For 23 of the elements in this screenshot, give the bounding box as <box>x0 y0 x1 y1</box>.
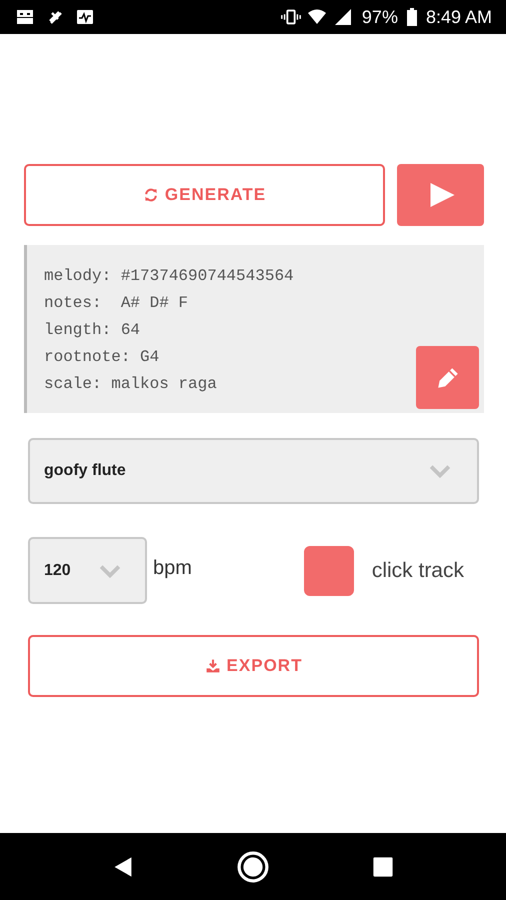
refresh-icon <box>142 187 159 203</box>
recents-icon <box>371 854 395 878</box>
instrument-dropdown[interactable]: goofy flute <box>28 438 479 504</box>
click-track-checkbox[interactable] <box>304 546 354 596</box>
chevron-down-icon <box>99 564 121 578</box>
home-icon <box>237 850 269 882</box>
chevron-down-icon <box>429 464 451 478</box>
melody-info-line: melody: #17374690744543564 <box>44 266 294 287</box>
melody-info-line: length: 64 <box>44 320 142 341</box>
tempo-dropdown[interactable]: 120 <box>28 537 147 604</box>
edit-button[interactable] <box>416 346 479 409</box>
battery-percent: 97% <box>362 6 398 28</box>
bpm-label: bpm <box>153 557 192 580</box>
battery-icon <box>406 7 418 27</box>
play-button[interactable] <box>397 164 484 226</box>
activity-icon <box>74 7 96 27</box>
download-icon <box>204 658 221 674</box>
clock: 8:49 AM <box>426 6 492 28</box>
vibrate-icon <box>280 7 302 27</box>
click-track-label: click track <box>372 558 464 582</box>
melody-info-line: notes: A# D# F <box>44 293 190 314</box>
melody-info-line: rootnote: G4 <box>44 347 160 368</box>
melody-info-line: scale: malkos raga <box>44 374 218 395</box>
